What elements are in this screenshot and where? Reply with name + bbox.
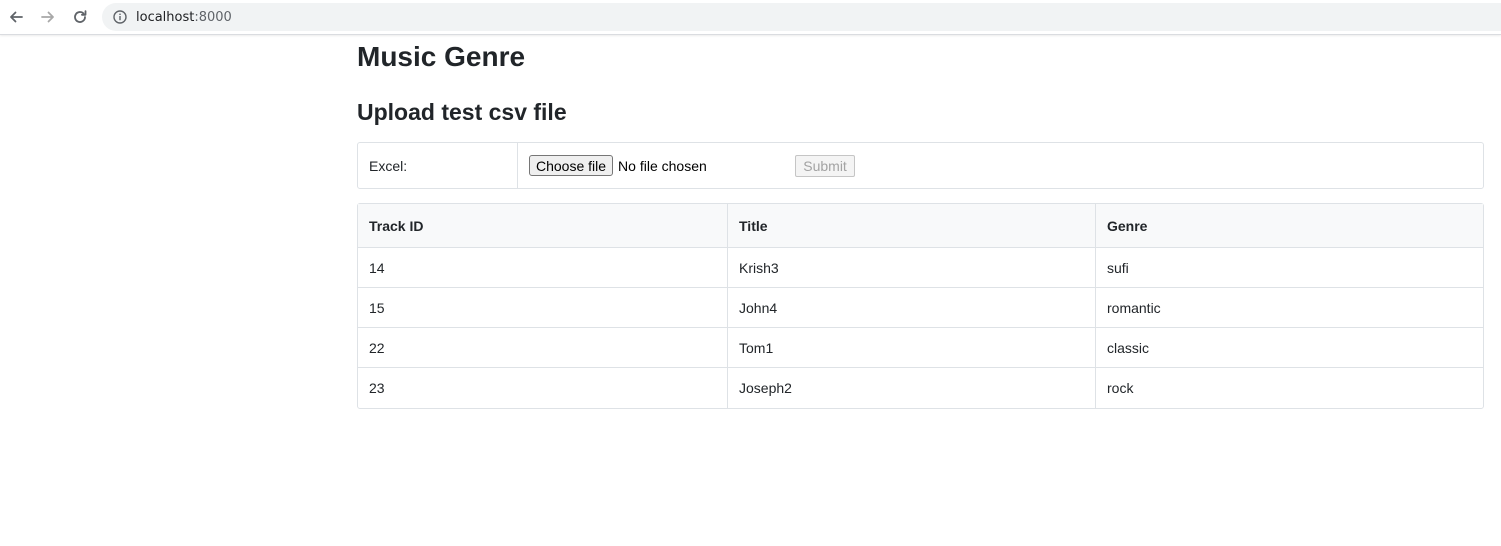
reload-button[interactable] <box>69 6 91 28</box>
track-title-cell: John4 <box>727 288 1095 328</box>
browser-toolbar: localhost:8000 <box>0 0 1501 35</box>
reload-icon <box>74 10 87 23</box>
track-genre-cell: sufi <box>1095 248 1483 288</box>
upload-form: Excel: Choose file No file chosen Submit <box>357 142 1484 189</box>
track-genre-cell: classic <box>1095 328 1483 368</box>
table-header-row: Track ID Title Genre <box>358 204 1483 248</box>
track-id-cell: 23 <box>369 380 385 396</box>
table-row: 22 Tom1 classic <box>358 328 1483 368</box>
track-title-cell: Krish3 <box>727 248 1095 288</box>
page-title: Music Genre <box>357 41 526 72</box>
track-id-cell: 14 <box>358 248 727 288</box>
column-header-genre: Genre <box>1095 204 1483 248</box>
file-input-cell: Choose file No file chosen Submit <box>518 143 1483 188</box>
track-genre-cell: romantic <box>1095 288 1483 328</box>
url-host: localhost <box>136 9 195 25</box>
track-genre-cell: rock <box>1095 368 1483 408</box>
column-header-title: Title <box>727 204 1095 248</box>
submit-button[interactable]: Submit <box>795 154 856 177</box>
address-bar[interactable]: localhost:8000 <box>102 3 1501 31</box>
forward-button[interactable] <box>37 6 59 28</box>
url-text[interactable]: localhost:8000 <box>136 10 232 25</box>
back-arrow-icon <box>10 11 23 23</box>
choose-file-button[interactable]: Choose file <box>529 155 614 176</box>
file-status-text: No file chosen <box>618 157 707 174</box>
column-header-track-id: Track ID <box>358 204 727 248</box>
forward-arrow-icon <box>41 11 54 23</box>
upload-label: Excel: <box>358 143 518 188</box>
track-id-cell: 15 <box>358 288 727 328</box>
info-icon[interactable] <box>113 10 127 24</box>
track-id-cell: 22 <box>358 328 727 368</box>
table-row: 15 John4 romantic <box>358 288 1483 328</box>
track-title-cell: Tom1 <box>727 328 1095 368</box>
tracks-table: Track ID Title Genre 14 Krish3 sufi 15 J… <box>357 203 1484 409</box>
track-title-cell: Joseph2 <box>727 368 1095 408</box>
back-button[interactable] <box>5 6 27 28</box>
url-port: :8000 <box>194 9 232 25</box>
table-row: 14 Krish3 sufi <box>358 248 1483 288</box>
section-title: Upload test csv file <box>357 99 567 125</box>
table-row: 23 Joseph2 rock <box>358 368 1483 408</box>
